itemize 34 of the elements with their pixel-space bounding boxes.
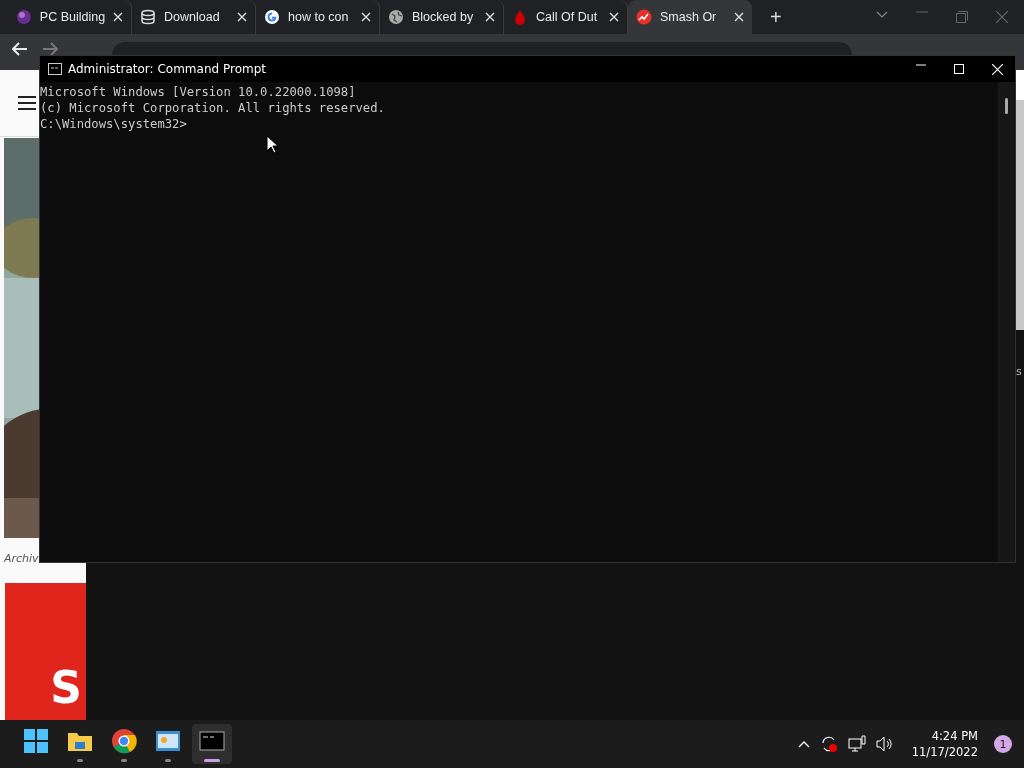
trend-icon	[636, 9, 652, 25]
database-icon	[140, 9, 156, 25]
forward-arrow-icon[interactable]	[42, 42, 58, 56]
google-g-icon	[264, 9, 280, 25]
globe-icon	[388, 9, 404, 25]
network-icon[interactable]	[847, 735, 866, 753]
back-arrow-icon[interactable]	[12, 42, 28, 56]
chevron-down-icon[interactable]	[876, 11, 888, 19]
restore-icon[interactable]	[956, 11, 968, 23]
clock-date[interactable]: 11/17/2022	[911, 744, 978, 760]
console-icon	[48, 63, 62, 75]
browser-tab[interactable]: Smash Or	[628, 0, 752, 34]
chevron-up-icon[interactable]	[797, 740, 810, 748]
maximize-icon[interactable]	[954, 63, 964, 74]
console-line: (c) Microsoft Corporation. All rights reserved.	[40, 100, 385, 116]
mouse-cursor-icon	[266, 135, 278, 153]
notification-badge[interactable]: 1	[994, 735, 1012, 753]
clock-time[interactable]: 4:24 PM	[931, 728, 978, 744]
taskbar-app[interactable]	[192, 724, 232, 764]
window-title: Administrator: Command Prompt	[68, 62, 266, 76]
edge-text: s	[1016, 365, 1023, 378]
card-letter: S	[50, 666, 82, 710]
console-line: C:\Windows\system32>	[40, 116, 187, 132]
image-caption: Archiv	[2, 551, 40, 567]
scrollbar[interactable]	[998, 82, 1015, 562]
chrome-icon	[109, 726, 139, 756]
new-tab-button[interactable]: +	[764, 5, 788, 29]
windows-logo-icon	[21, 726, 51, 756]
console-line: Microsoft Windows [Version 10.0.22000.1098]	[40, 84, 356, 100]
speaker-icon[interactable]	[875, 736, 894, 752]
menu-icon[interactable]	[18, 96, 36, 110]
orb-icon	[16, 9, 32, 25]
drop-icon	[512, 9, 528, 25]
sync-icon[interactable]	[819, 735, 838, 753]
